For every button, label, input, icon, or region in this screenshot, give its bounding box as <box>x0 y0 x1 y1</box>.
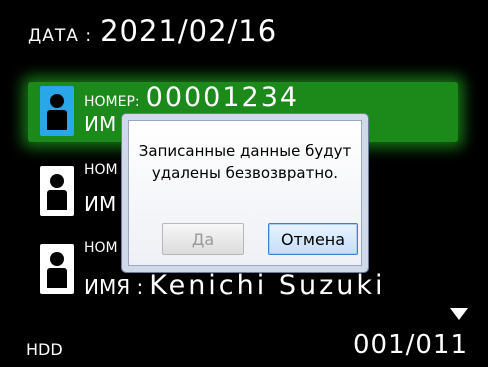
number-row: НОМЕР: 00001234 <box>84 82 299 113</box>
date-row: ДАТА : 2021/02/16 <box>28 14 277 54</box>
user-icon <box>40 166 74 216</box>
number-value: 00001234 <box>145 82 300 113</box>
user-icon <box>40 86 74 136</box>
name-label: ИМ <box>84 192 117 216</box>
cancel-button[interactable]: Отмена <box>268 223 358 255</box>
scroll-down-icon[interactable] <box>450 308 468 320</box>
number-label: НОМ <box>84 162 118 178</box>
name-label: ИМ <box>84 112 117 136</box>
dialog-message: Записанные данные будут удалены безвозвр… <box>138 142 352 182</box>
user-icon <box>40 244 74 294</box>
media-label: HDD <box>26 340 63 359</box>
date-label: ДАТА : <box>28 26 93 46</box>
name-label: ИМЯ : <box>84 275 144 299</box>
confirm-dialog: Записанные данные будут удалены безвозвр… <box>122 114 368 272</box>
number-row: НОМ <box>84 240 124 256</box>
number-label: НОМ <box>84 240 118 256</box>
yes-button[interactable]: Да <box>162 223 244 255</box>
name-row: ИМ <box>84 192 122 216</box>
page-counter: 001/011 <box>352 330 468 360</box>
date-value: 2021/02/16 <box>100 14 278 48</box>
name-value: Kenichi Suzuki <box>149 270 386 301</box>
number-row: НОМ <box>84 162 124 178</box>
name-row: ИМ <box>84 112 122 136</box>
number-label: НОМЕР: <box>84 94 140 110</box>
name-row: ИМЯ : Kenichi Suzuki <box>84 270 386 301</box>
